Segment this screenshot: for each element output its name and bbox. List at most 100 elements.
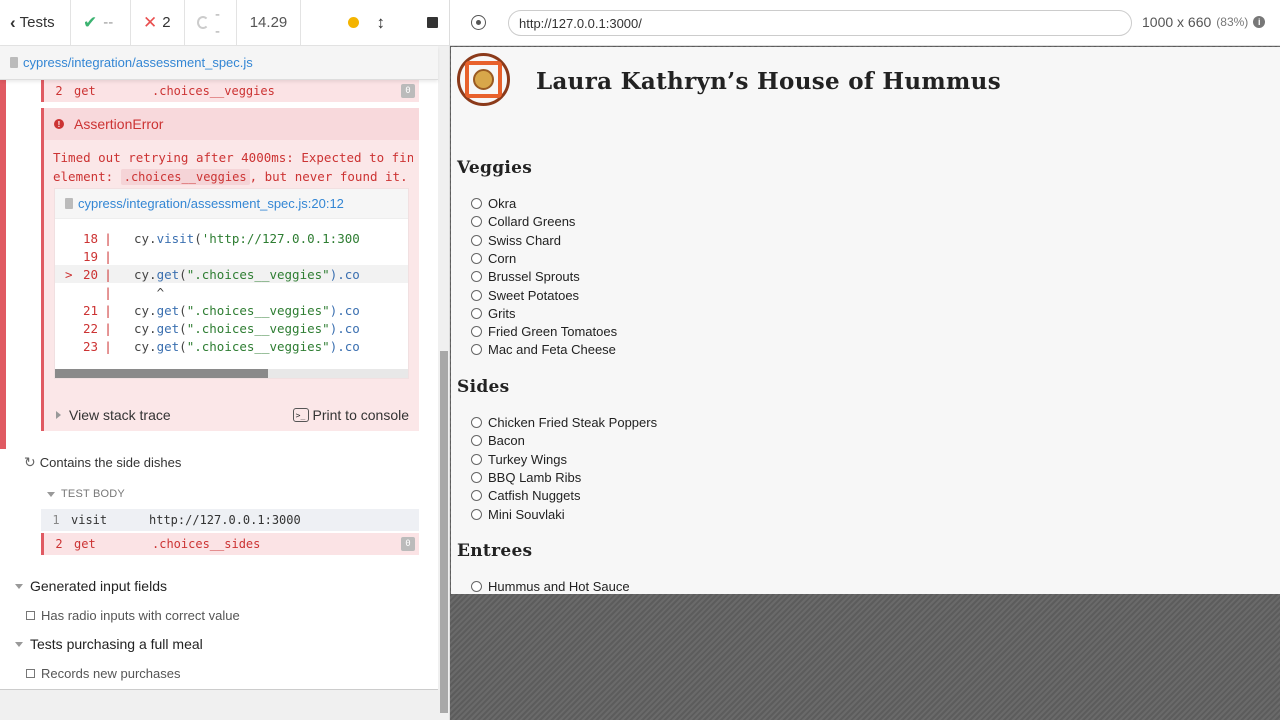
side-option[interactable]: Bacon <box>471 432 525 449</box>
veggies-heading: Veggies <box>457 158 533 178</box>
chevron-left-icon: ‹ <box>10 12 16 32</box>
command-row[interactable]: 2 get .choices__veggies 0 <box>41 80 419 102</box>
radio-input[interactable] <box>471 508 482 520</box>
veggie-option[interactable]: Fried Green Tomatoes <box>471 323 617 340</box>
test-body-header[interactable]: TEST BODY <box>47 488 125 500</box>
veggie-option[interactable]: Sweet Potatoes <box>471 287 579 304</box>
line-marker <box>65 285 80 300</box>
side-option[interactable]: Chicken Fried Steak Poppers <box>471 414 657 431</box>
line-marker <box>65 303 80 318</box>
back-to-tests-button[interactable]: ‹ Tests <box>0 0 71 45</box>
option-label: Sweet Potatoes <box>488 287 580 303</box>
veggie-option[interactable]: Collard Greens <box>471 213 575 230</box>
side-option[interactable]: Catfish Nuggets <box>471 487 581 504</box>
print-to-console-button[interactable]: >_ Print to console <box>292 407 409 423</box>
option-label: Bacon <box>488 433 525 449</box>
view-stack-trace-label: View stack trace <box>69 407 171 423</box>
radio-input[interactable] <box>471 490 482 502</box>
code-token: ).co <box>329 302 360 318</box>
veggie-option[interactable]: Swiss Chard <box>471 232 561 249</box>
veggie-option[interactable]: Brussel Sprouts <box>471 268 580 285</box>
code-token: get <box>156 338 180 354</box>
test-label: Records new purchases <box>41 666 181 681</box>
code-source: cy.visit('http://127.0.0.1:300 <box>118 231 360 246</box>
radio-input[interactable] <box>471 417 482 428</box>
radio-input[interactable] <box>471 581 482 592</box>
failed-count: ✕ 2 <box>131 0 185 45</box>
url-bar[interactable]: http://127.0.0.1:3000/ <box>508 10 1132 36</box>
radio-input[interactable] <box>471 216 482 228</box>
radio-input[interactable] <box>471 453 482 465</box>
code-token: cy. <box>134 230 157 246</box>
line-gutter: | <box>104 266 112 282</box>
radio-input[interactable] <box>471 252 482 264</box>
radio-input[interactable] <box>471 435 482 447</box>
spec-path-link[interactable]: cypress/integration/assessment_spec.js <box>23 55 253 70</box>
suite-purchasing-full-meal[interactable]: Tests purchasing a full meal <box>15 636 203 652</box>
file-icon <box>10 57 18 68</box>
scrollbar-thumb[interactable] <box>55 369 268 378</box>
code-token: cy. <box>134 338 157 354</box>
error-message-line1: Timed out retrying after 4000ms: Expecte… <box>53 150 413 165</box>
side-option[interactable]: Turkey Wings <box>471 451 567 468</box>
veggie-option[interactable]: Grits <box>471 305 515 322</box>
line-gutter: | <box>104 248 112 264</box>
radio-input[interactable] <box>471 234 482 246</box>
code-token: ( <box>179 302 187 318</box>
radio-input[interactable] <box>471 307 482 319</box>
option-label: Turkey Wings <box>488 451 567 467</box>
command-row[interactable]: 2 get .choices__sides 0 <box>41 533 419 555</box>
error-title: AssertionError <box>74 116 164 132</box>
line-marker <box>65 231 80 246</box>
suite-generated-input-fields[interactable]: Generated input fields <box>15 578 167 594</box>
code-frame-path-link[interactable]: cypress/integration/assessment_spec.js:2… <box>78 196 344 211</box>
reporter-scrollbar[interactable] <box>438 46 449 720</box>
code-token: ".choices__veggies" <box>186 320 330 336</box>
view-stack-trace-toggle[interactable]: View stack trace <box>56 407 171 423</box>
radio-input[interactable] <box>471 471 482 483</box>
viewport-scale: (83%) <box>1216 15 1249 29</box>
command-message: http://127.0.0.1:3000 <box>149 513 301 527</box>
side-option[interactable]: Mini Souvlaki <box>471 506 565 523</box>
info-icon[interactable]: i <box>1253 16 1266 28</box>
file-icon <box>65 198 73 209</box>
option-label: Corn <box>488 250 517 266</box>
code-token: ( <box>179 266 187 282</box>
option-label: Swiss Chard <box>488 232 561 248</box>
option-label: Brussel Sprouts <box>488 269 580 285</box>
test-records-purchases[interactable]: Records new purchases <box>26 666 180 681</box>
side-option[interactable]: BBQ Lamb Ribs <box>471 469 581 486</box>
test-radio-inputs[interactable]: Has radio inputs with correct value <box>26 608 240 623</box>
veggie-option[interactable]: Corn <box>471 250 516 267</box>
radio-input[interactable] <box>471 326 482 338</box>
command-name: visit <box>71 513 108 527</box>
code-frame-scrollbar[interactable] <box>55 369 408 378</box>
option-label: Grits <box>488 305 516 321</box>
line-marker: > <box>65 266 81 282</box>
line-gutter: | <box>104 302 112 318</box>
auto-scroll-toggle-icon[interactable]: ↕ <box>377 14 386 31</box>
app-under-test-area: http://127.0.0.1:3000/ 1000 x 660 (83%) … <box>450 0 1280 720</box>
code-token: ".choices__veggies" <box>186 302 330 318</box>
code-source: ^ <box>118 285 165 300</box>
veggie-option[interactable]: Okra <box>471 195 516 212</box>
app-iframe: Laura Kathryn’s House of Hummus Veggies … <box>451 47 1280 594</box>
pending-circle-icon <box>197 16 210 29</box>
running-indicator-icon <box>347 17 359 28</box>
element-count-badge: 0 <box>401 537 415 551</box>
radio-input[interactable] <box>471 344 482 356</box>
radio-input[interactable] <box>471 289 482 301</box>
veggie-option[interactable]: Mac and Feta Cheese <box>471 341 616 358</box>
code-frame-header: cypress/integration/assessment_spec.js:2… <box>55 189 408 219</box>
command-number: 2 <box>55 84 63 98</box>
radio-input[interactable] <box>471 271 482 283</box>
test-title-side-dishes[interactable]: ↻ Contains the side dishes <box>24 454 181 471</box>
stop-button[interactable] <box>427 17 438 28</box>
command-row[interactable]: 1 visit http://127.0.0.1:3000 <box>41 509 419 531</box>
selector-playground-icon[interactable] <box>471 15 486 30</box>
radio-input[interactable] <box>471 198 482 209</box>
spec-file-bar: cypress/integration/assessment_spec.js <box>0 46 438 80</box>
x-icon: ✕ <box>143 12 158 32</box>
entree-option[interactable]: Hummus and Hot Sauce <box>471 578 630 594</box>
scrollbar-thumb[interactable] <box>440 351 448 713</box>
